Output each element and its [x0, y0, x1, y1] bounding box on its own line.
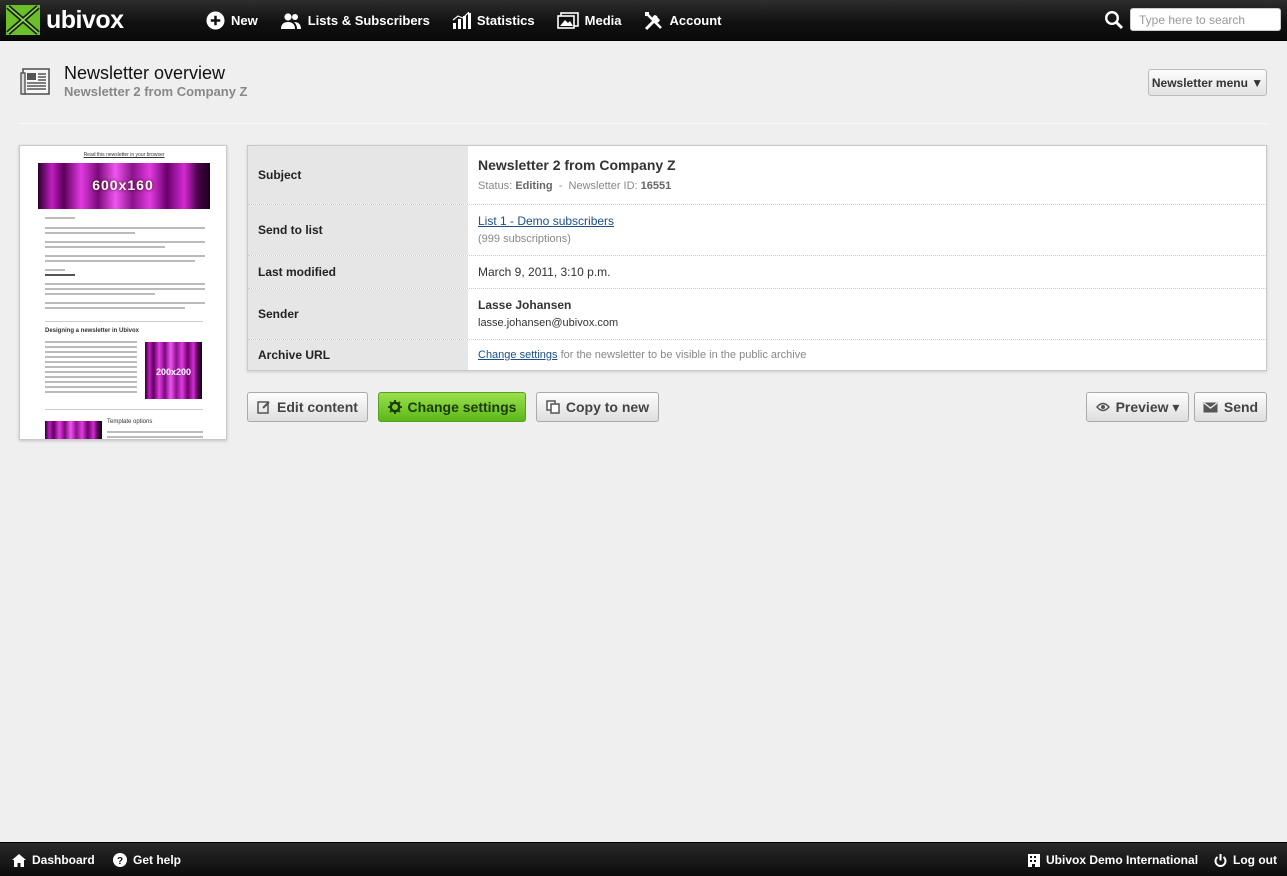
details-row-send-to-list: Send to list List 1 - Demo subscribers (… — [248, 205, 1266, 256]
thumb-image-small — [45, 421, 102, 439]
nav-lists-subscribers[interactable]: Lists & Subscribers — [280, 12, 430, 29]
details-row-subject: Subject Newsletter 2 from Company Z Stat… — [248, 146, 1266, 205]
nav-account[interactable]: Account — [644, 11, 722, 31]
footer-bar: Dashboard ? Get help Ubivox Demo Interna… — [0, 842, 1287, 876]
thumb-image-size-label: 200x200 — [155, 367, 192, 377]
page-subtitle: Newsletter 2 from Company Z — [64, 84, 248, 99]
archive-url-label: Archive URL — [248, 340, 468, 370]
building-icon — [1028, 853, 1040, 867]
copy-to-new-button[interactable]: Copy to new — [536, 392, 659, 422]
send-to-list-label: Send to list — [248, 205, 468, 255]
nav-account-label: Account — [669, 13, 722, 28]
details-row-last-modified: Last modified March 9, 2011, 3:10 p.m. — [248, 256, 1266, 289]
footer-logout-link[interactable]: Log out — [1214, 843, 1277, 876]
status-value: Editing — [515, 180, 553, 192]
svg-text:?: ? — [117, 856, 123, 867]
sender-label: Sender — [248, 289, 468, 339]
nav-lists-label: Lists & Subscribers — [307, 13, 430, 28]
nav-new[interactable]: New — [206, 11, 258, 30]
subject-label: Subject — [248, 146, 468, 204]
nav-statistics-label: Statistics — [476, 13, 535, 28]
help-icon: ? — [113, 853, 127, 867]
list-subscription-count: (999 subscriptions) — [478, 233, 571, 245]
archive-change-settings-link[interactable]: Change settings — [478, 349, 558, 361]
envelope-icon — [1203, 401, 1218, 412]
footer-organization-link[interactable]: Ubivox Demo International — [1028, 843, 1198, 876]
subject-value: Newsletter 2 from Company Z — [478, 157, 676, 173]
ubivox-logo[interactable]: ubivox — [6, 5, 124, 35]
gear-icon — [387, 400, 402, 414]
archive-url-value: Change settings for the newsletter to be… — [478, 349, 807, 361]
footer-help-link[interactable]: ? Get help — [113, 843, 181, 876]
tools-icon — [644, 11, 662, 30]
nav-media[interactable]: Media — [556, 12, 622, 29]
change-settings-button[interactable]: Change settings — [378, 392, 526, 422]
newsletter-menu-button[interactable]: Newsletter menu ▼ — [1148, 69, 1267, 96]
thumb-section-title-2: Template options — [107, 419, 153, 425]
details-row-archive-url: Archive URL Change settings for the news… — [248, 340, 1266, 370]
search-input[interactable] — [1130, 8, 1281, 31]
newsletter-preview-page: Read this newsletter in your browser 600… — [37, 151, 211, 439]
edit-content-button[interactable]: Edit content — [247, 392, 368, 422]
top-navigation-bar: ubivox New Lists & Subscribers Statistic… — [0, 0, 1287, 41]
eye-icon — [1095, 402, 1110, 412]
preview-button[interactable]: Preview ▾ — [1086, 392, 1189, 422]
bar-chart-icon — [452, 12, 471, 29]
send-button[interactable]: Send — [1194, 392, 1267, 422]
list-link[interactable]: List 1 - Demo subscribers — [478, 214, 614, 228]
images-icon — [556, 12, 579, 29]
newsletter-id: 16551 — [640, 180, 672, 192]
header-divider — [20, 123, 1267, 124]
nav-media-label: Media — [584, 13, 622, 28]
app-name: ubivox — [46, 5, 124, 34]
search-icon[interactable] — [1104, 10, 1124, 30]
nav-new-label: New — [231, 13, 258, 28]
sender-email: lasse.johansen@ubivox.com — [478, 317, 619, 329]
nav-statistics[interactable]: Statistics — [452, 12, 535, 29]
copy-icon — [546, 400, 560, 414]
sender-name: Lasse Johansen — [478, 298, 572, 312]
newsletter-details-table: Subject Newsletter 2 from Company Z Stat… — [247, 145, 1267, 371]
footer-dashboard-link[interactable]: Dashboard — [12, 843, 95, 876]
ubivox-logo-icon — [6, 5, 40, 35]
details-row-sender: Sender Lasse Johansen lasse.johansen@ubi… — [248, 289, 1266, 340]
users-icon — [280, 12, 301, 29]
banner-size-label: 600x160 — [92, 177, 154, 193]
page-title: Newsletter overview — [64, 63, 226, 83]
power-icon — [1214, 853, 1227, 867]
last-modified-value: March 9, 2011, 3:10 p.m. — [478, 265, 611, 279]
last-modified-label: Last modified — [248, 256, 468, 288]
thumb-browser-link: Read this newsletter in your browser — [83, 152, 165, 158]
home-icon — [12, 853, 26, 867]
thumb-section-title-1: Designing a newsletter in Ubivox — [45, 328, 140, 334]
plus-circle-icon — [206, 11, 225, 30]
main-nav: New Lists & Subscribers Statistics Media… — [206, 0, 744, 41]
status-line: Status: Editing - Newsletter ID: 16551 — [478, 180, 672, 192]
edit-icon — [257, 401, 270, 414]
newsletter-icon — [20, 68, 50, 95]
newsletter-preview-thumbnail[interactable]: Read this newsletter in your browser 600… — [19, 145, 227, 440]
